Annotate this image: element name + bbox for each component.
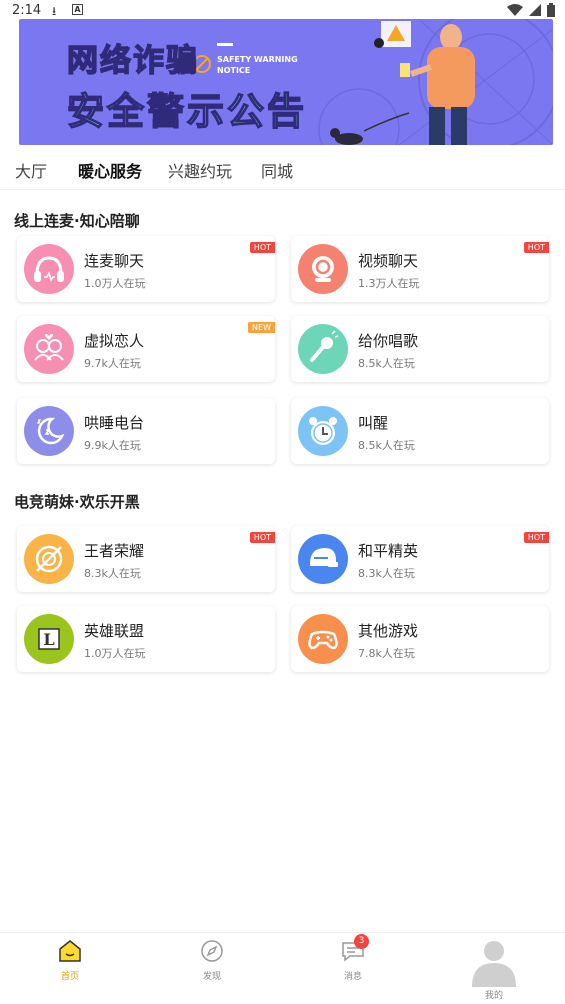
card-name: 王者荣耀 xyxy=(84,542,145,560)
status-icons xyxy=(507,3,555,17)
card-name: 虚拟恋人 xyxy=(84,332,145,350)
card-players: 7.8k人在玩 xyxy=(358,647,415,660)
nav-label: 消息 xyxy=(343,972,362,982)
honor-of-kings-icon xyxy=(24,534,74,584)
bottom-navigation: 首页 发现 消息 我的 xyxy=(0,932,565,1004)
card-players: 8.3k人在玩 xyxy=(358,567,415,580)
battery-icon xyxy=(547,3,555,17)
card-voice-chat[interactable]: 连麦聊天 1.0万人在玩 HOT xyxy=(17,236,275,302)
nav-messages[interactable]: 消息 xyxy=(323,939,383,982)
card-sleep-radio[interactable]: 哄睡电台 9.9k人在玩 xyxy=(17,398,275,464)
nav-label: 我的 xyxy=(484,991,503,1001)
tab-label: 暖心服务 xyxy=(78,162,143,181)
new-badge: NEW xyxy=(248,322,275,333)
card-other-games[interactable]: 其他游戏 7.8k人在玩 xyxy=(291,606,549,672)
section-title-voice-chat: 线上连麦·知心陪聊 xyxy=(14,212,140,230)
tab-interest-play[interactable]: 兴趣约玩 xyxy=(168,158,232,182)
card-name: 其他游戏 xyxy=(358,622,419,640)
card-wake-up[interactable]: 叫醒 8.5k人在玩 xyxy=(291,398,549,464)
hot-badge: HOT xyxy=(249,242,275,253)
tab-label: 大厅 xyxy=(15,162,48,181)
card-players: 8.5k人在玩 xyxy=(358,357,415,370)
gamepad-icon xyxy=(298,614,348,664)
safety-warning-banner[interactable]: 网络诈骗 SAFETY WARNING NOTICE 安全警示公告 xyxy=(19,19,553,145)
section-title-esports: 电竞萌妹·欢乐开黑 xyxy=(14,493,140,511)
tab-label: 兴趣约玩 xyxy=(168,162,233,181)
notification-a-icon: A xyxy=(72,4,83,15)
headphones-icon xyxy=(24,244,74,294)
svg-text:L: L xyxy=(43,630,54,649)
card-players: 1.3万人在玩 xyxy=(358,277,420,290)
hot-badge: HOT xyxy=(249,532,275,543)
wifi-icon xyxy=(507,4,523,16)
tab-same-city[interactable]: 同城 xyxy=(261,158,293,182)
status-time: 2:14 xyxy=(12,3,42,18)
card-name: 英雄联盟 xyxy=(84,622,145,640)
nav-mine[interactable]: 我的 xyxy=(464,937,524,1001)
card-peace-elite[interactable]: 和平精英 8.3k人在玩 HOT xyxy=(291,526,549,592)
banner-dash xyxy=(217,43,233,46)
card-name: 给你唱歌 xyxy=(358,332,419,350)
card-name: 和平精英 xyxy=(358,542,419,560)
alarm-clock-icon xyxy=(298,406,348,456)
banner-title-line2: 安全警示公告 xyxy=(66,89,307,134)
card-sing-for-you[interactable]: 给你唱歌 8.5k人在玩 xyxy=(291,316,549,382)
signal-icon xyxy=(529,4,541,16)
category-tabs: 大厅 暖心服务 兴趣约玩 同城 xyxy=(0,150,565,190)
banner-en-text: SAFETY WARNING NOTICE xyxy=(217,55,298,75)
card-league-of-legends[interactable]: L 英雄联盟 1.0万人在玩 xyxy=(17,606,275,672)
microphone-icon xyxy=(298,324,348,374)
card-name: 视频聊天 xyxy=(358,252,419,270)
webcam-icon xyxy=(298,244,348,294)
nav-discover[interactable]: 发现 xyxy=(182,939,242,982)
banner-title-line1: 网络诈骗 xyxy=(66,42,199,80)
tab-warm-service[interactable]: 暖心服务 xyxy=(77,158,144,182)
couple-icon xyxy=(24,324,74,374)
card-video-chat[interactable]: 视频聊天 1.3万人在玩 HOT xyxy=(291,236,549,302)
card-players: 9.7k人在玩 xyxy=(84,357,141,370)
avatar-icon xyxy=(472,941,516,987)
moon-icon xyxy=(24,406,74,456)
card-name: 连麦聊天 xyxy=(84,252,145,270)
card-name: 哄睡电台 xyxy=(84,414,145,432)
compass-icon xyxy=(201,940,223,962)
tab-label: 同城 xyxy=(261,162,294,181)
home-icon xyxy=(59,940,81,962)
card-players: 1.0万人在玩 xyxy=(84,647,146,660)
hot-badge: HOT xyxy=(523,242,549,253)
helmet-icon xyxy=(298,534,348,584)
card-virtual-lover[interactable]: 虚拟恋人 9.7k人在玩 NEW xyxy=(17,316,275,382)
hot-badge: HOT xyxy=(523,532,549,543)
nav-label: 首页 xyxy=(60,972,79,982)
tab-lobby[interactable]: 大厅 xyxy=(15,158,47,182)
nav-home[interactable]: 首页 xyxy=(40,939,100,982)
card-players: 8.3k人在玩 xyxy=(84,567,141,580)
card-name: 叫醒 xyxy=(358,414,389,432)
card-players: 1.0万人在玩 xyxy=(84,277,146,290)
nav-label: 发现 xyxy=(202,972,221,982)
message-count-badge: 3 xyxy=(354,934,369,949)
card-players: 9.9k人在玩 xyxy=(84,439,141,452)
card-players: 8.5k人在玩 xyxy=(358,439,415,452)
league-icon: L xyxy=(24,614,74,664)
card-honor-of-kings[interactable]: 王者荣耀 8.3k人在玩 HOT xyxy=(17,526,275,592)
